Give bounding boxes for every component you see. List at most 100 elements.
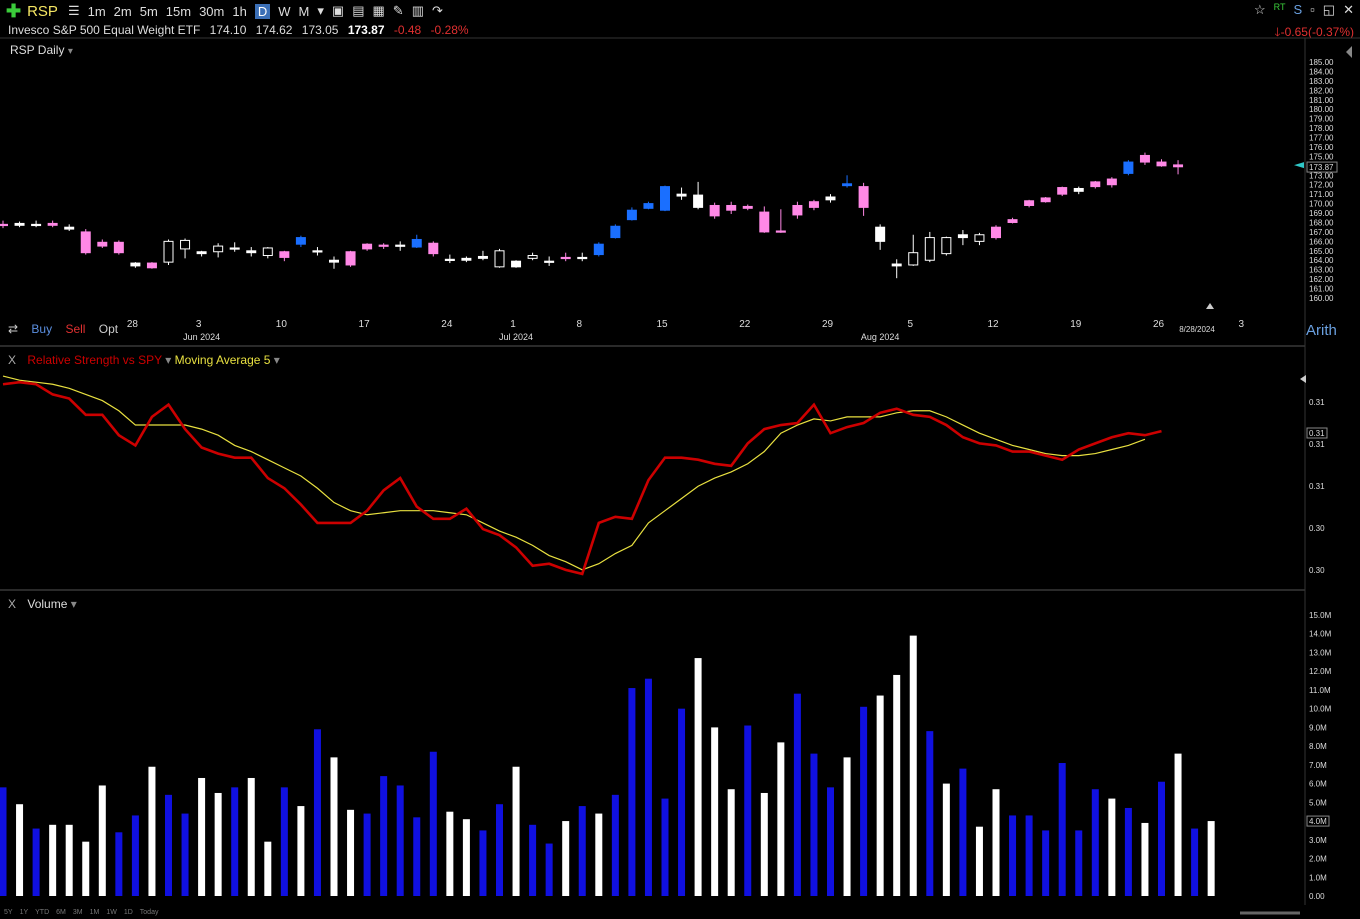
price-tick-label: 166.00	[1309, 237, 1334, 246]
price-tick-label: 182.00	[1309, 86, 1334, 95]
candle-body	[97, 241, 108, 247]
volume-bar	[1191, 828, 1199, 896]
candle-body	[924, 237, 935, 261]
volume-bar	[115, 832, 123, 896]
price-tick-label: 167.00	[1309, 228, 1334, 237]
price-tick-label: 176.00	[1309, 143, 1334, 152]
date-tick-label: 8	[576, 319, 582, 330]
volume-tick-label: 5.0M	[1309, 798, 1327, 807]
candle-body	[345, 251, 356, 266]
candle-body	[295, 237, 306, 245]
volume-tick-label: 1.0M	[1309, 873, 1327, 882]
volume-bar	[413, 817, 421, 896]
candle-body	[1007, 219, 1018, 223]
chart-canvas[interactable]: 185.00184.00183.00182.00181.00180.00179.…	[0, 0, 1360, 919]
volume-bar	[562, 821, 570, 896]
candle-body	[577, 256, 588, 260]
candle-body	[560, 256, 571, 260]
volume-bar	[644, 678, 652, 896]
candle-body	[229, 247, 240, 250]
candle-body	[742, 205, 753, 209]
date-tick-label: 29	[822, 319, 834, 330]
date-tick-label: 5	[907, 319, 913, 330]
date-tick-label: 22	[739, 319, 751, 330]
candle-body	[610, 225, 621, 239]
price-tick-label: 169.00	[1309, 209, 1334, 218]
volume-bar	[909, 635, 917, 896]
candle-body	[643, 203, 654, 209]
volume-bar	[959, 768, 967, 896]
volume-bar	[131, 815, 139, 896]
volume-bar	[860, 706, 868, 896]
price-tick-label: 172.00	[1309, 181, 1334, 190]
price-tick-label: 161.00	[1309, 285, 1334, 294]
candle-body	[64, 226, 75, 230]
candle-body	[0, 223, 8, 227]
volume-bar	[744, 725, 752, 896]
volume-bar	[595, 813, 603, 896]
volume-tag-text: 4.0M	[1309, 817, 1327, 826]
candle-body	[31, 223, 42, 227]
date-tick-label: 19	[1070, 319, 1082, 330]
price-tick-label: 175.00	[1309, 152, 1334, 161]
volume-bar	[1207, 821, 1215, 896]
price-tick-label: 160.00	[1309, 294, 1334, 303]
candle-body	[312, 250, 323, 253]
date-tick-label: 28	[127, 319, 139, 330]
volume-tick-label: 9.0M	[1309, 723, 1327, 732]
candle-body	[163, 240, 174, 263]
candle-body	[842, 183, 853, 187]
price-tick-label: 171.00	[1309, 190, 1334, 199]
volume-bar	[694, 658, 702, 896]
candle-body	[593, 243, 604, 256]
volume-bar	[578, 806, 586, 896]
volume-bar	[760, 792, 768, 896]
rs-tag-text: 0.31	[1309, 429, 1325, 438]
volume-bar	[793, 693, 801, 896]
volume-bar	[512, 766, 520, 896]
price-tick-label: 173.00	[1309, 171, 1334, 180]
volume-bar	[1174, 753, 1182, 896]
candle-body	[908, 252, 919, 266]
volume-bar	[198, 777, 206, 896]
volume-bar	[545, 843, 553, 896]
price-tick-label: 178.00	[1309, 124, 1334, 133]
volume-bar	[330, 757, 338, 896]
date-tick-label: 3	[196, 319, 202, 330]
candle-body	[726, 204, 737, 211]
volume-bar	[264, 841, 272, 896]
date-tick-label: 26	[1153, 319, 1165, 330]
candle-body	[196, 251, 207, 255]
scroll-up-icon[interactable]	[1206, 303, 1214, 309]
volume-bar	[280, 787, 288, 896]
volume-bar	[975, 826, 983, 896]
volume-tick-label: 0.00	[1309, 892, 1325, 901]
volume-bar	[214, 792, 222, 896]
settings-icon[interactable]	[1346, 46, 1352, 58]
volume-bar	[1042, 830, 1050, 896]
volume-tick-label: 3.0M	[1309, 836, 1327, 845]
candle-body	[1057, 187, 1068, 195]
volume-tick-label: 10.0M	[1309, 705, 1332, 714]
volume-bar	[1058, 762, 1066, 896]
volume-bar	[628, 688, 636, 896]
volume-bar	[347, 809, 355, 896]
candle-body	[378, 244, 389, 247]
last-price-marker	[1294, 162, 1304, 169]
volume-bar	[876, 695, 884, 896]
volume-tick-label: 6.0M	[1309, 780, 1327, 789]
candle-body	[974, 234, 985, 242]
rs-tick-label: 0.31	[1309, 398, 1325, 407]
price-tick-label: 168.00	[1309, 218, 1334, 227]
volume-tick-label: 12.0M	[1309, 667, 1332, 676]
scroll-left-icon[interactable]	[1300, 375, 1306, 383]
date-tick-label: 1	[510, 319, 516, 330]
price-tick-label: 162.00	[1309, 275, 1334, 284]
price-tick-label: 179.00	[1309, 115, 1334, 124]
volume-bar	[363, 813, 371, 896]
date-tick-label: 12	[987, 319, 999, 330]
candle-body	[14, 222, 25, 226]
candle-body	[494, 250, 505, 268]
date-tick-label: 15	[656, 319, 668, 330]
volume-bar	[926, 731, 934, 896]
